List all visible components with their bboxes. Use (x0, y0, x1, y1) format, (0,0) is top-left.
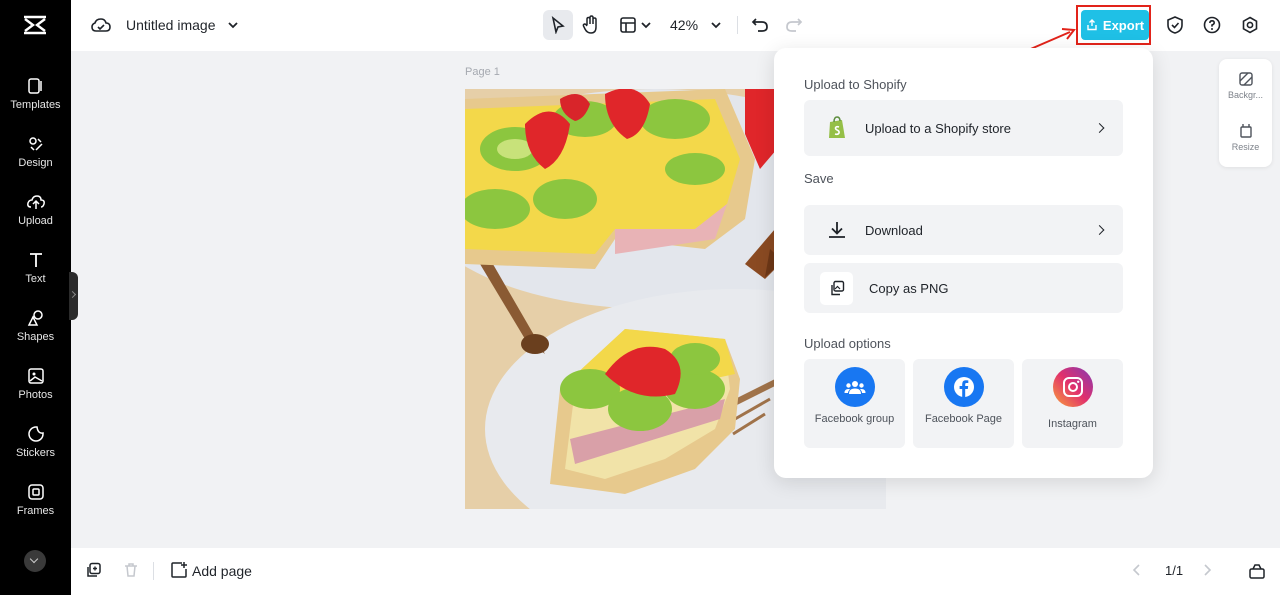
save-section-heading: Save (804, 171, 834, 186)
stickers-icon (27, 426, 44, 442)
capcut-logo[interactable] (22, 14, 48, 36)
instagram-option[interactable]: Instagram (1022, 359, 1123, 448)
sidebar-item-photos[interactable]: Photos (0, 366, 71, 416)
instagram-label: Instagram (1048, 418, 1097, 430)
sidebar-item-text[interactable]: Text (0, 250, 71, 300)
resize-icon (1239, 124, 1252, 138)
chevron-down-icon[interactable] (640, 20, 652, 30)
pages-panel-icon[interactable] (1248, 562, 1266, 580)
background-label: Backgr... (1227, 90, 1263, 100)
chevron-right-icon[interactable] (1201, 563, 1213, 577)
document-title[interactable]: Untitled image (126, 17, 216, 33)
undo-icon[interactable] (751, 16, 769, 34)
right-tool-panel: Backgr... Resize (1219, 59, 1272, 167)
instagram-icon (1052, 367, 1093, 407)
sidebar-item-upload[interactable]: Upload (0, 192, 71, 242)
sidebar-item-label: Shapes (16, 331, 55, 343)
gear-icon[interactable] (1241, 16, 1259, 34)
select-tool-button[interactable] (543, 10, 573, 40)
page-counter: 1/1 (1165, 563, 1184, 578)
text-icon (29, 253, 42, 267)
sidebar-item-label: Templates (10, 99, 61, 111)
sidebar-item-label: Upload (18, 215, 53, 227)
upload-options-heading: Upload options (804, 336, 891, 351)
bottom-divider (153, 562, 154, 580)
resize-label: Resize (1231, 142, 1260, 152)
facebook-page-option[interactable]: Facebook Page (913, 359, 1014, 448)
facebook-group-option[interactable]: Facebook group (804, 359, 905, 448)
sidebar-item-label: Stickers (15, 447, 56, 459)
upload-icon (26, 195, 45, 209)
facebook-group-icon (834, 367, 875, 407)
sidebar-item-templates[interactable]: Templates (0, 76, 71, 126)
facebook-icon (943, 367, 984, 407)
layout-icon[interactable] (619, 16, 637, 34)
background-tool[interactable]: Backgr... (1219, 71, 1272, 100)
photos-icon (27, 368, 44, 384)
shapes-icon (27, 310, 43, 326)
sidebar-item-shapes[interactable]: Shapes (0, 308, 71, 358)
sidebar-item-design[interactable]: Design (0, 134, 71, 184)
sidebar-item-frames[interactable]: Frames (0, 482, 71, 532)
sidebar-item-label: Photos (18, 389, 53, 401)
expand-more-button[interactable] (24, 550, 46, 572)
copy-image-icon (830, 280, 844, 296)
resize-tool[interactable]: Resize (1219, 123, 1272, 152)
upload-shopify-store-label: Upload to a Shopify store (865, 120, 1011, 136)
sidebar-item-label: Design (18, 157, 53, 169)
chevron-left-icon[interactable] (1131, 563, 1143, 577)
facebook-group-label: Facebook group (814, 413, 895, 425)
background-icon (1238, 72, 1253, 86)
shopify-icon (829, 116, 845, 138)
copy-png-icon-box (820, 271, 853, 305)
facebook-page-label: Facebook Page (924, 413, 1003, 425)
sidebar-collapse-handle[interactable] (69, 272, 78, 320)
frames-icon (27, 484, 44, 500)
top-bar: Untitled image 42% Export (71, 0, 1280, 51)
duplicate-page-icon[interactable] (86, 562, 102, 578)
sidebar-item-stickers[interactable]: Stickers (0, 424, 71, 474)
cloud-sync-icon[interactable] (91, 16, 111, 34)
download-label: Download (865, 222, 923, 238)
highlight-box (1076, 5, 1151, 45)
page-label: Page 1 (465, 66, 500, 78)
download-icon (829, 222, 845, 238)
sidebar-item-label: Frames (16, 505, 55, 517)
add-page-button[interactable]: Add page (192, 563, 252, 579)
toolbar-divider (737, 16, 738, 34)
download-item[interactable]: Download (804, 205, 1123, 255)
zoom-level[interactable]: 42% (670, 17, 698, 33)
trash-icon[interactable] (123, 562, 139, 578)
sidebar-item-label: Text (25, 273, 46, 285)
add-page-icon[interactable] (170, 561, 188, 579)
redo-icon[interactable] (785, 16, 803, 34)
chevron-down-icon[interactable] (227, 20, 239, 30)
bottom-bar: Add page 1/1 (71, 548, 1280, 595)
copy-as-png-label: Copy as PNG (869, 280, 949, 296)
shopify-section-heading: Upload to Shopify (804, 77, 907, 92)
export-dropdown: Upload to Shopify Upload to a Shopify st… (774, 48, 1153, 478)
chevron-right-icon (1094, 225, 1105, 235)
shield-icon[interactable] (1166, 15, 1184, 35)
hand-tool-icon[interactable] (582, 15, 600, 35)
chevron-down-icon[interactable] (710, 20, 722, 30)
copy-as-png-item[interactable]: Copy as PNG (804, 263, 1123, 313)
upload-shopify-store-item[interactable]: Upload to a Shopify store (804, 100, 1123, 156)
design-icon (28, 137, 43, 151)
chevron-right-icon (1094, 123, 1105, 133)
help-icon[interactable] (1203, 16, 1221, 34)
cursor-icon (551, 16, 565, 34)
left-rail: Templates Design Upload Text Shapes Phot… (0, 0, 78, 595)
templates-icon (27, 78, 42, 94)
